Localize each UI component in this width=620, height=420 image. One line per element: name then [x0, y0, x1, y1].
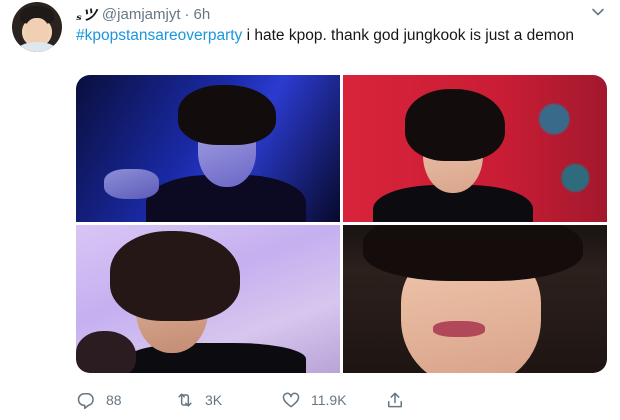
separator-dot: · — [184, 5, 190, 23]
photo-3[interactable] — [76, 225, 340, 373]
hashtag-link[interactable]: #kpopstansareoverparty — [76, 27, 242, 44]
retweet-button[interactable]: 3K — [175, 388, 222, 412]
like-count: 11.9K — [311, 392, 347, 408]
photo-1-hair — [178, 85, 276, 145]
reply-count: 88 — [106, 392, 122, 408]
tweet-body: i hate kpop. thank god jungkook is just … — [242, 27, 575, 44]
user-handle[interactable]: @jamjamjyt — [102, 6, 181, 23]
display-name[interactable]: ₛツ — [76, 4, 97, 25]
timestamp[interactable]: 6h — [194, 6, 211, 23]
chevron-down-icon[interactable] — [590, 4, 606, 20]
photo-2[interactable] — [343, 75, 607, 222]
avatar[interactable] — [12, 2, 62, 52]
reply-icon — [77, 393, 94, 410]
photo-4-mouth — [433, 321, 485, 337]
tweet-header: ₛツ @jamjamjyt · 6h — [76, 4, 210, 24]
photo-1[interactable] — [76, 75, 340, 222]
like-button[interactable]: 11.9K — [281, 388, 347, 412]
photo-3-hair — [110, 231, 240, 321]
retweet-icon — [178, 393, 192, 407]
avatar-shirt — [16, 42, 58, 52]
tweet-text: #kpopstansareoverparty i hate kpop. than… — [76, 25, 596, 47]
media-grid — [76, 75, 607, 373]
photo-2-hair — [405, 89, 505, 161]
tweet: ₛツ @jamjamjyt · 6h #kpopstansareoverpart… — [0, 0, 620, 420]
share-icon — [388, 392, 402, 408]
reply-button[interactable]: 88 — [76, 388, 122, 412]
photo-4[interactable] — [343, 225, 607, 373]
photo-3-background-person — [76, 331, 136, 373]
photo-1-hand — [104, 169, 159, 199]
retweet-count: 3K — [205, 392, 223, 408]
like-icon — [282, 392, 300, 408]
tweet-actions: 88 3K 11.9K — [76, 388, 416, 412]
photo-4-hair — [363, 225, 583, 281]
share-button[interactable] — [385, 388, 415, 412]
